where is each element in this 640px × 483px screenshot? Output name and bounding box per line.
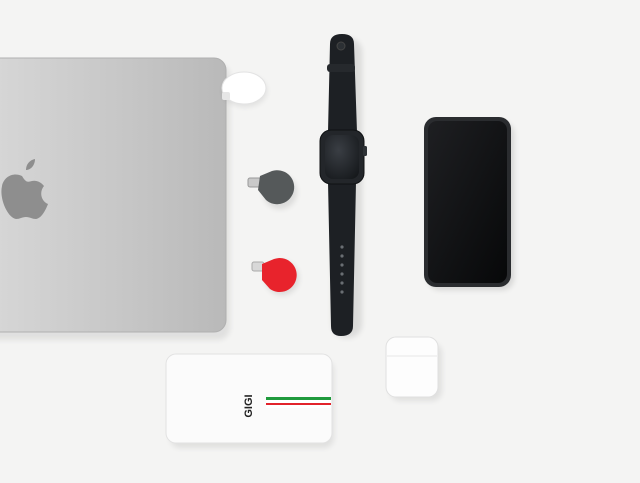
band-pin xyxy=(336,41,346,51)
earbuds-case xyxy=(385,336,442,401)
laptop xyxy=(0,57,230,340)
power-bank: GIGI xyxy=(165,353,334,448)
band-loop xyxy=(327,64,355,72)
phone-screen xyxy=(428,121,507,283)
product-flatlay-photo: GIGI xyxy=(0,0,640,483)
tricolor-stripe xyxy=(266,397,331,408)
power-bank-brand: GIGI xyxy=(243,394,255,417)
digital-crown xyxy=(363,146,367,156)
smartphone xyxy=(424,117,514,290)
watch-screen xyxy=(325,135,359,179)
charger-puck-white xyxy=(221,71,267,107)
